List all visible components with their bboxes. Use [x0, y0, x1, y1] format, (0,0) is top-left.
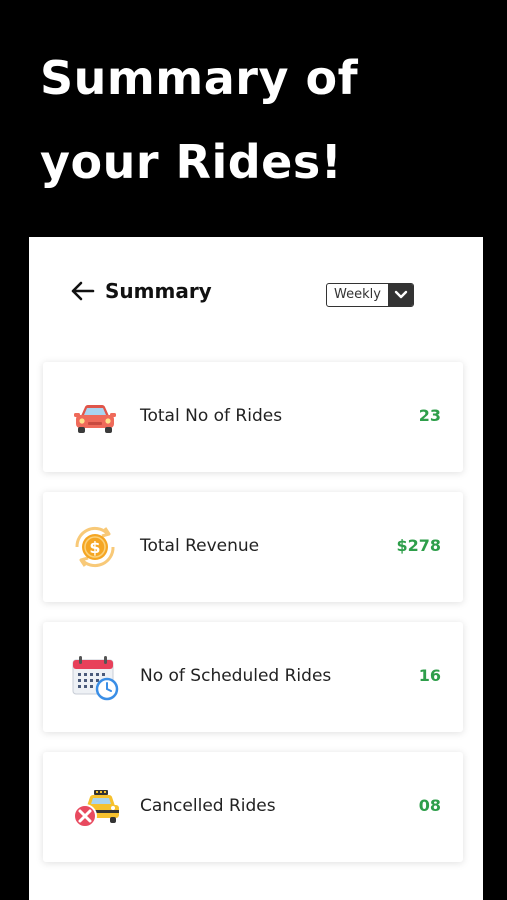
card-value: 08 [418, 796, 441, 815]
car-icon [67, 389, 123, 445]
summary-panel: Summary Weekly Total No of Rides 23 $ To… [29, 237, 483, 900]
cancelled-taxi-icon [67, 779, 123, 835]
period-dropdown-value: Weekly [334, 287, 381, 302]
card-label: Cancelled Rides [140, 796, 276, 816]
back-button[interactable] [67, 277, 97, 305]
card-value: 16 [418, 666, 441, 685]
period-dropdown[interactable]: Weekly [326, 283, 414, 307]
scheduled-rides-card[interactable]: No of Scheduled Rides 16 [43, 622, 463, 732]
arrow-left-icon [71, 281, 95, 301]
calendar-clock-icon [67, 649, 123, 705]
hero-title: Summary of your Rides! [40, 51, 359, 189]
card-value: $278 [396, 536, 441, 555]
total-revenue-card[interactable]: $ Total Revenue $278 [43, 492, 463, 602]
chevron-down-icon [394, 290, 407, 299]
card-label: No of Scheduled Rides [140, 666, 332, 686]
page-title: Summary [105, 279, 212, 303]
card-label: Total No of Rides [140, 406, 283, 426]
total-rides-card[interactable]: Total No of Rides 23 [43, 362, 463, 472]
card-label: Total Revenue [140, 536, 260, 556]
period-dropdown-toggle[interactable] [388, 284, 413, 306]
summary-header: Summary Weekly [29, 237, 483, 347]
card-value: 23 [418, 406, 441, 425]
dollar-coin-icon: $ [67, 519, 123, 575]
svg-text:$: $ [89, 538, 100, 557]
cancelled-rides-card[interactable]: Cancelled Rides 08 [43, 752, 463, 862]
